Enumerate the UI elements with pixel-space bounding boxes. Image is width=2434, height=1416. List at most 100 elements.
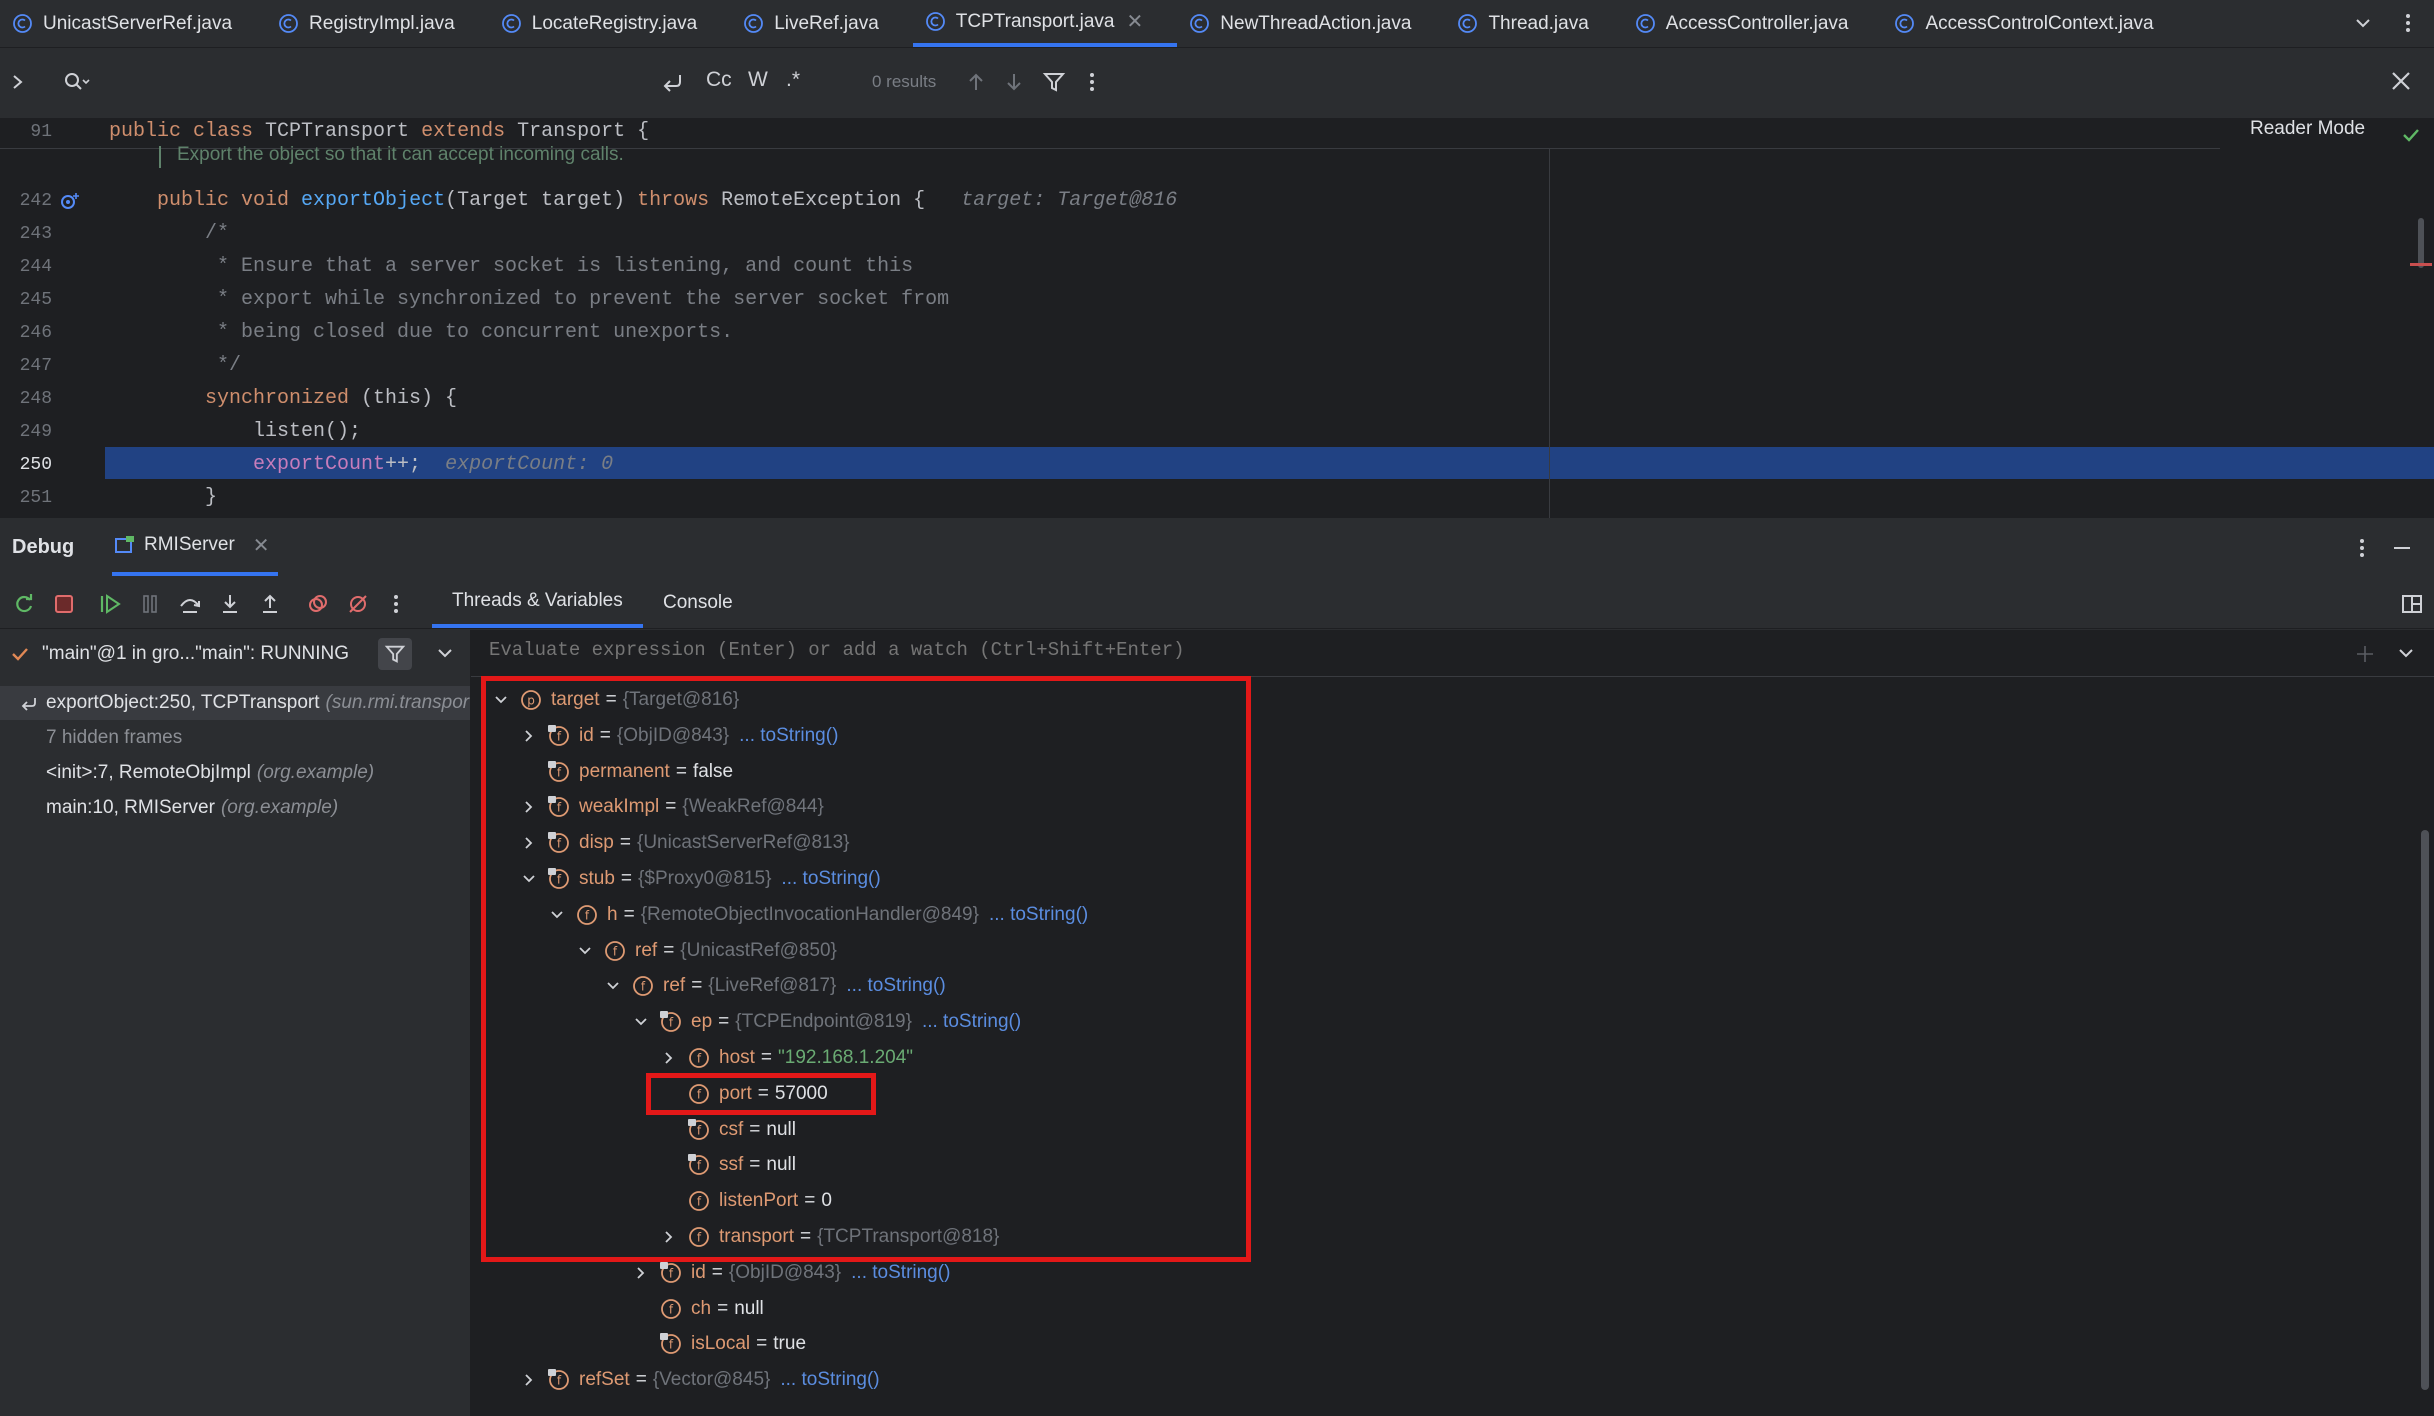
- add-watch-icon[interactable]: [2353, 642, 2377, 666]
- variable-row[interactable]: f id = {ObjID@843} ... toString(): [631, 1255, 950, 1291]
- stack-frame[interactable]: exportObject:250, TCPTransport (sun.rmi.t…: [0, 686, 470, 720]
- step-into-icon[interactable]: [218, 592, 242, 616]
- chevron-right-icon[interactable]: [519, 1370, 547, 1390]
- stack-frame[interactable]: <init>:7, RemoteObjImpl (org.example): [0, 756, 470, 790]
- editor-tab[interactable]: LocateRegistry.java: [489, 0, 731, 47]
- variable-value: {$Proxy0@815}: [638, 868, 772, 889]
- variable-row[interactable]: f weakImpl = {WeakRef@844}: [519, 789, 824, 825]
- find-more-icon[interactable]: [1082, 70, 1102, 94]
- tostring-link[interactable]: ... toString(): [739, 725, 838, 747]
- stop-icon[interactable]: [52, 592, 76, 616]
- variable-row[interactable]: f permanent = false: [519, 754, 733, 790]
- editor-tab[interactable]: NewThreadAction.java: [1177, 0, 1445, 47]
- variable-row[interactable]: f csf = null: [659, 1112, 796, 1148]
- variable-row[interactable]: f port = 57000: [659, 1076, 828, 1112]
- editor-tab[interactable]: RegistryImpl.java: [266, 0, 489, 47]
- more-options-icon[interactable]: [2395, 10, 2421, 36]
- close-icon[interactable]: [2388, 68, 2414, 94]
- variable-row[interactable]: f ref = {LiveRef@817} ... toString(): [603, 968, 946, 1004]
- hidden-frames[interactable]: 7 hidden frames: [0, 721, 470, 755]
- code-comment: * export while synchronized to prevent t…: [205, 288, 950, 311]
- editor-tab[interactable]: LiveRef.java: [731, 0, 913, 47]
- variable-row[interactable]: f stub = {$Proxy0@815} ... toString(): [519, 861, 881, 897]
- implementing-method-icon[interactable]: [58, 190, 82, 214]
- regex-toggle[interactable]: .*: [786, 68, 800, 92]
- chevron-down-icon[interactable]: [575, 941, 603, 961]
- layout-settings-icon[interactable]: [2400, 592, 2424, 616]
- tostring-link[interactable]: ... toString(): [851, 1262, 950, 1284]
- variable-row[interactable]: f isLocal = true: [631, 1326, 806, 1362]
- tostring-link[interactable]: ... toString(): [846, 975, 945, 997]
- previous-occurrence-icon[interactable]: [964, 70, 988, 94]
- chevron-right-icon[interactable]: [519, 833, 547, 853]
- editor-tab[interactable]: UnicastServerRef.java: [0, 0, 266, 47]
- variable-row[interactable]: f refSet = {Vector@845} ... toString(): [519, 1362, 880, 1398]
- mute-breakpoints-icon[interactable]: [346, 592, 370, 616]
- chevron-down-icon[interactable]: [603, 976, 631, 996]
- variable-row[interactable]: f ep = {TCPEndpoint@819} ... toString(): [631, 1004, 1021, 1040]
- filter-icon[interactable]: [1042, 70, 1066, 94]
- variable-row[interactable]: f h = {RemoteObjectInvocationHandler@849}..…: [547, 897, 1088, 933]
- rerun-icon[interactable]: [12, 592, 36, 616]
- code-editor[interactable]: 91 public class TCPTransport extends Tra…: [0, 118, 2434, 518]
- tostring-link[interactable]: ... toString(): [989, 904, 1088, 926]
- match-case-toggle[interactable]: Cc: [706, 68, 732, 92]
- variable-row[interactable]: f ch = null: [631, 1291, 764, 1327]
- minimize-icon[interactable]: [2390, 536, 2414, 560]
- tostring-link[interactable]: ... toString(): [781, 868, 880, 890]
- reader-mode-button[interactable]: Reader Mode: [2250, 118, 2365, 140]
- variable-row[interactable]: f disp = {UnicastServerRef@813}: [519, 825, 850, 861]
- variable-row[interactable]: f transport = {TCPTransport@818}: [659, 1219, 999, 1255]
- variable-name: refSet: [579, 1369, 630, 1391]
- tab-console[interactable]: Console: [663, 578, 733, 628]
- debug-session-tab[interactable]: RMIServer ✕: [112, 518, 278, 576]
- editor-tab[interactable]: AccessController.java: [1623, 0, 1883, 47]
- new-line-icon[interactable]: [660, 70, 686, 94]
- tostring-link[interactable]: ... toString(): [780, 1369, 879, 1391]
- close-icon[interactable]: ✕: [253, 533, 270, 558]
- chevron-down-icon[interactable]: [631, 1012, 659, 1032]
- variable-row[interactable]: f ref = {UnicastRef@850}: [575, 933, 837, 969]
- whole-words-toggle[interactable]: W: [748, 68, 768, 92]
- step-over-icon[interactable]: [178, 592, 202, 616]
- chevron-down-icon[interactable]: [547, 905, 575, 925]
- chevron-right-icon[interactable]: [659, 1048, 687, 1068]
- next-occurrence-icon[interactable]: [1002, 70, 1026, 94]
- variable-name: ref: [663, 975, 686, 997]
- chevron-down-icon[interactable]: [491, 690, 519, 710]
- more-options-icon[interactable]: [386, 592, 406, 616]
- variable-row[interactable]: f ssf = null: [659, 1147, 796, 1183]
- chevron-down-icon[interactable]: [434, 642, 456, 664]
- variables-scrollbar[interactable]: [2421, 830, 2429, 1390]
- evaluate-expression-input[interactable]: [487, 638, 2291, 662]
- pause-icon[interactable]: [138, 592, 162, 616]
- variable-row[interactable]: p target = {Target@816}: [491, 682, 739, 718]
- expand-replace-icon[interactable]: [8, 70, 28, 94]
- chevron-right-icon[interactable]: [631, 1263, 659, 1283]
- variable-row[interactable]: f host = "192.168.1.204": [659, 1040, 913, 1076]
- view-breakpoints-icon[interactable]: [306, 592, 330, 616]
- variable-row[interactable]: f listenPort = 0: [659, 1183, 832, 1219]
- editor-tab[interactable]: AccessControlContext.java: [1882, 0, 2187, 47]
- stack-frame[interactable]: main:10, RMIServer (org.example): [0, 791, 470, 825]
- filter-icon[interactable]: [378, 638, 412, 670]
- step-out-icon[interactable]: [258, 592, 282, 616]
- tostring-link[interactable]: ... toString(): [922, 1011, 1021, 1033]
- thread-selector[interactable]: "main"@1 in gro..."main": RUNNING: [0, 630, 470, 678]
- chevron-down-icon[interactable]: [519, 869, 547, 889]
- editor-scrollbar[interactable]: [2418, 218, 2424, 268]
- close-icon[interactable]: ✕: [1127, 9, 1144, 34]
- chevron-right-icon[interactable]: [519, 797, 547, 817]
- variable-row[interactable]: f id = {ObjID@843} ... toString(): [519, 718, 838, 754]
- chevron-right-icon[interactable]: [519, 726, 547, 746]
- editor-tab[interactable]: Thread.java: [1445, 0, 1622, 47]
- more-options-icon[interactable]: [2350, 536, 2374, 560]
- resume-icon[interactable]: [98, 592, 124, 616]
- error-stripe-mark[interactable]: [2410, 263, 2432, 266]
- search-history-icon[interactable]: [62, 70, 92, 94]
- chevron-right-icon[interactable]: [659, 1227, 687, 1247]
- tab-threads-variables[interactable]: Threads & Variables: [432, 578, 643, 628]
- chevron-down-icon[interactable]: [2350, 10, 2376, 36]
- chevron-down-icon[interactable]: [2395, 642, 2417, 664]
- editor-tab[interactable]: TCPTransport.java ✕: [912, 0, 1178, 47]
